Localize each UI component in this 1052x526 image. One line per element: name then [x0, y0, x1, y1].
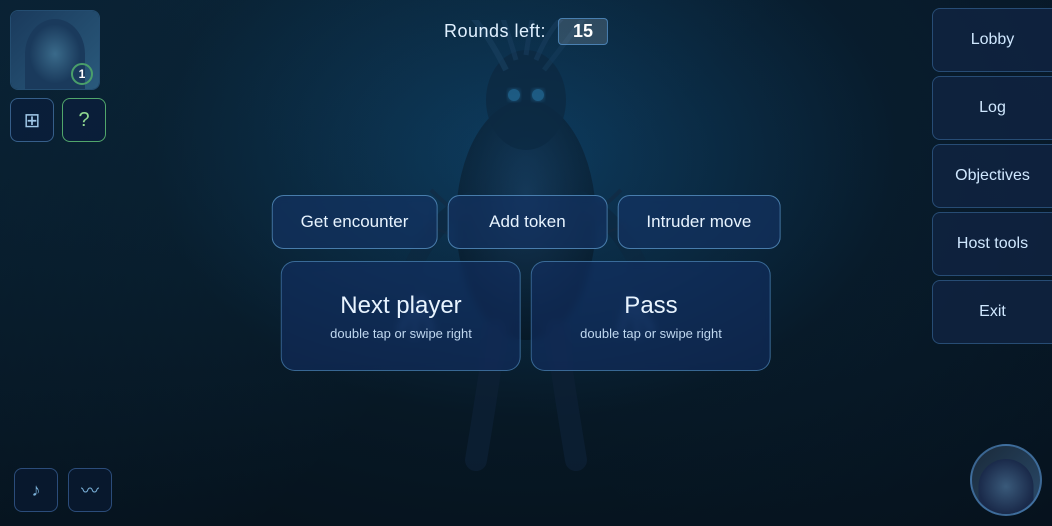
intruder-move-button[interactable]: Intruder move — [617, 195, 780, 249]
next-player-title: Next player — [340, 292, 461, 320]
exit-button[interactable]: Exit — [932, 280, 1052, 344]
pass-title: Pass — [624, 292, 677, 320]
music-icon: ♪ — [32, 480, 41, 501]
log-button[interactable]: Log — [932, 76, 1052, 140]
right-panel: Lobby Log Objectives Host tools Exit — [932, 0, 1052, 526]
pass-subtitle: double tap or swipe right — [580, 326, 722, 341]
gamepad-button[interactable]: ⊞ — [10, 98, 54, 142]
left-panel: 1 ⊞ ? — [10, 10, 106, 142]
help-icon: ? — [78, 109, 89, 132]
host-tools-button[interactable]: Host tools — [932, 212, 1052, 276]
rounds-value: 15 — [558, 18, 608, 45]
rounds-bar: Rounds left: 15 — [444, 18, 608, 45]
get-encounter-button[interactable]: Get encounter — [272, 195, 438, 249]
player-avatar: 1 — [10, 10, 100, 90]
rounds-label: Rounds left: — [444, 21, 546, 42]
player-number: 1 — [71, 63, 93, 85]
help-button[interactable]: ? — [62, 98, 106, 142]
main-actions: Get encounter Add token Intruder move Ne… — [272, 195, 781, 371]
add-token-button[interactable]: Add token — [447, 195, 607, 249]
music-button[interactable]: ♪ — [14, 468, 58, 512]
bottom-action-row: Next player double tap or swipe right Pa… — [281, 261, 771, 371]
audio-button[interactable]: 〰 — [68, 468, 112, 512]
waveform-icon: 〰 — [81, 477, 99, 503]
icon-buttons: ⊞ ? — [10, 98, 106, 142]
objectives-button[interactable]: Objectives — [932, 144, 1052, 208]
lobby-button[interactable]: Lobby — [932, 8, 1052, 72]
next-player-subtitle: double tap or swipe right — [330, 326, 472, 341]
bottom-left-controls: ♪ 〰 — [14, 468, 112, 512]
top-action-row: Get encounter Add token Intruder move — [272, 195, 781, 249]
pass-button[interactable]: Pass double tap or swipe right — [531, 261, 771, 371]
next-player-button[interactable]: Next player double tap or swipe right — [281, 261, 521, 371]
gamepad-icon: ⊞ — [24, 108, 41, 133]
